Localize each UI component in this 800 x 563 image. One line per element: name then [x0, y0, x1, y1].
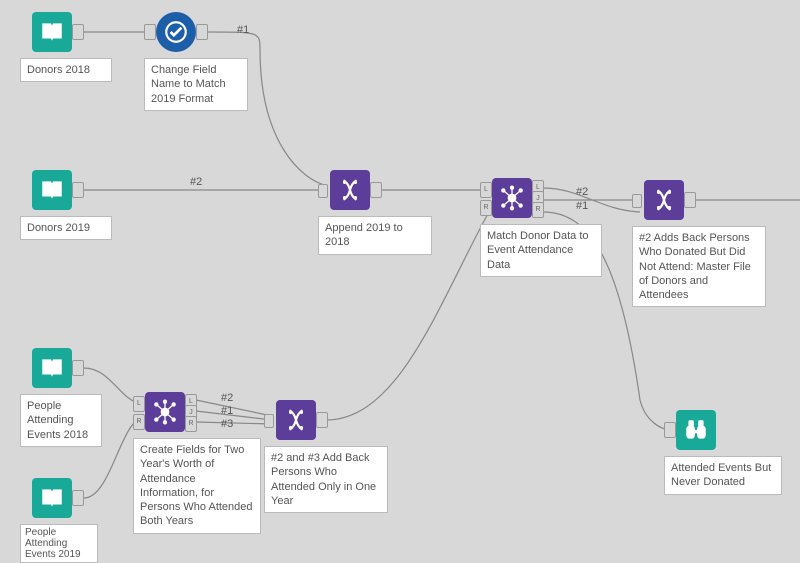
node-addback-oneyear[interactable] — [276, 400, 316, 440]
output-anchor[interactable] — [370, 182, 382, 198]
node-change-field[interactable] — [156, 12, 196, 52]
input-anchor[interactable] — [632, 194, 642, 208]
input-data-icon — [32, 170, 72, 210]
label-create-fields: Create Fields for Two Year's Worth of At… — [133, 438, 261, 534]
union-tool-icon — [330, 170, 370, 210]
input-data-icon — [32, 12, 72, 52]
wire-label-2: #2 — [190, 176, 202, 188]
input-anchor-r[interactable]: R — [133, 414, 145, 430]
union-tool-icon — [644, 180, 684, 220]
wire-label-out2: #2 — [576, 186, 588, 198]
workflow-canvas[interactable]: Donors 2018 Change Field Name to Match 2… — [0, 0, 800, 550]
input-data-icon — [32, 348, 72, 388]
label-addback-oneyear: #2 and #3 Add Back Persons Who Attended … — [264, 446, 388, 513]
join-tool-icon: L R L J R — [145, 392, 185, 432]
label-donors-2019: Donors 2019 — [20, 216, 112, 240]
output-anchor-r[interactable]: R — [185, 416, 197, 432]
input-anchor[interactable] — [664, 422, 676, 438]
label-attending-2018: People Attending Events 2018 — [20, 394, 102, 447]
label-change-field: Change Field Name to Match 2019 Format — [144, 58, 248, 111]
wire-label-out1: #1 — [576, 200, 588, 212]
label-append: Append 2019 to 2018 — [318, 216, 432, 255]
label-attended-never: Attended Events But Never Donated — [664, 456, 782, 495]
node-attended-never[interactable] — [676, 410, 716, 450]
output-anchor[interactable] — [72, 490, 84, 506]
node-donors-2019[interactable] — [32, 170, 72, 210]
node-create-fields[interactable]: L R L J R — [145, 392, 185, 432]
output-anchor[interactable] — [684, 192, 696, 208]
select-tool-icon — [156, 12, 196, 52]
node-donors-2018[interactable] — [32, 12, 72, 52]
node-match-donor[interactable]: L R L J R — [492, 178, 532, 218]
input-anchor-l[interactable]: L — [133, 396, 145, 412]
join-tool-icon: L R L J R — [492, 178, 532, 218]
wire-label-cf1: #1 — [221, 405, 233, 417]
output-anchor[interactable] — [72, 24, 84, 40]
output-anchor[interactable] — [316, 412, 328, 428]
output-anchor[interactable] — [72, 182, 84, 198]
output-anchor-r[interactable]: R — [532, 202, 544, 218]
label-donors-2018: Donors 2018 — [20, 58, 112, 82]
input-data-icon — [32, 478, 72, 518]
input-anchor[interactable] — [264, 414, 274, 428]
input-anchor[interactable] — [144, 24, 156, 40]
output-anchor[interactable] — [72, 360, 84, 376]
wire-label-1: #1 — [237, 24, 249, 36]
label-match-donor: Match Donor Data to Event Attendance Dat… — [480, 224, 602, 277]
node-attending-2018[interactable] — [32, 348, 72, 388]
input-anchor[interactable] — [318, 184, 328, 198]
node-union-addback[interactable] — [644, 180, 684, 220]
wire-label-cf2: #2 — [221, 392, 233, 404]
label-union-addback: #2 Adds Back Persons Who Donated But Did… — [632, 226, 766, 307]
input-anchor-l[interactable]: L — [480, 182, 492, 198]
label-attending-2019: People Attending Events 2019 — [20, 524, 98, 563]
input-anchor-r[interactable]: R — [480, 200, 492, 216]
wire-label-cf3: #3 — [221, 418, 233, 430]
node-append[interactable] — [330, 170, 370, 210]
output-anchor[interactable] — [196, 24, 208, 40]
node-attending-2019[interactable] — [32, 478, 72, 518]
browse-tool-icon — [676, 410, 716, 450]
union-tool-icon — [276, 400, 316, 440]
